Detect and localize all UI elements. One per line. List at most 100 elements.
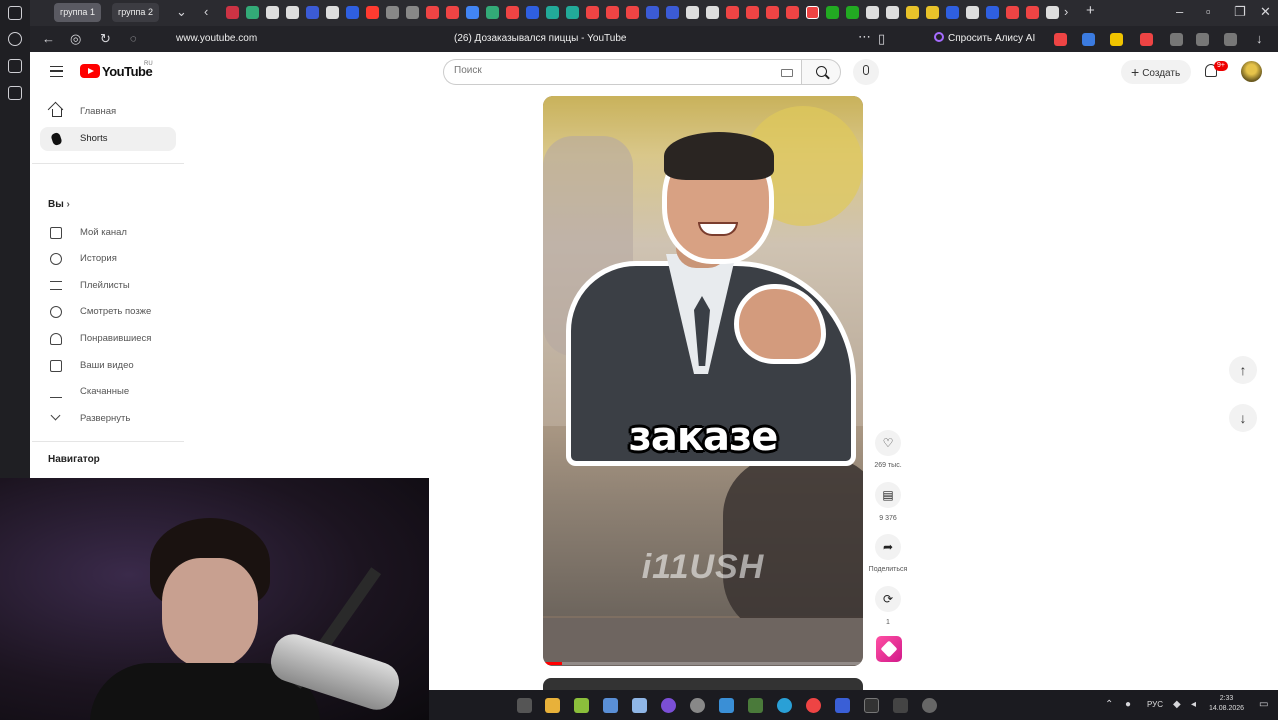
favicon-tab[interactable] bbox=[526, 6, 539, 19]
more-icon[interactable]: ⋯ bbox=[858, 29, 871, 45]
youtube-logo-icon[interactable] bbox=[80, 64, 100, 78]
favicon-tab[interactable] bbox=[446, 6, 459, 19]
search-input[interactable] bbox=[454, 65, 754, 76]
close-icon[interactable]: ✕ bbox=[1260, 4, 1271, 20]
favicon-tab[interactable] bbox=[626, 6, 639, 19]
favicon-tab[interactable] bbox=[306, 6, 319, 19]
app-icon[interactable] bbox=[690, 698, 705, 713]
network-icon[interactable]: ◆ bbox=[1173, 697, 1181, 713]
chevron-down-icon[interactable]: ⌄ bbox=[176, 4, 187, 20]
file-explorer-icon[interactable] bbox=[545, 698, 560, 713]
favicon-tab[interactable] bbox=[566, 6, 579, 19]
app-icon[interactable] bbox=[893, 698, 908, 713]
favicon-tab[interactable] bbox=[426, 6, 439, 19]
favicon-tab[interactable] bbox=[1026, 6, 1039, 19]
tab-group-1[interactable]: группа 1 bbox=[54, 3, 101, 22]
favicon-tab[interactable] bbox=[826, 6, 839, 19]
sidebar-item-playlists[interactable]: Плейлисты bbox=[40, 274, 176, 298]
sidebar-item-history[interactable]: История bbox=[40, 247, 176, 271]
tab-group-2[interactable]: группа 2 bbox=[112, 3, 159, 22]
tabs-scroll-left-icon[interactable]: ‹ bbox=[204, 4, 208, 20]
extension-icon[interactable] bbox=[1140, 33, 1153, 46]
telegram-icon[interactable] bbox=[777, 698, 792, 713]
restore-icon[interactable]: ▫ bbox=[1206, 4, 1211, 20]
comments-button[interactable]: ▤ bbox=[875, 482, 901, 508]
favicon-tab[interactable] bbox=[946, 6, 959, 19]
favicon-tab[interactable] bbox=[546, 6, 559, 19]
favicon-tab[interactable] bbox=[246, 6, 259, 19]
bookmark-icon[interactable]: ▯ bbox=[878, 31, 885, 47]
favicon-tab[interactable] bbox=[406, 6, 419, 19]
extension-icon[interactable] bbox=[1082, 33, 1095, 46]
yandex-protect-icon[interactable]: ◎ bbox=[70, 31, 81, 47]
favicon-tab[interactable] bbox=[466, 6, 479, 19]
favicon-tab[interactable] bbox=[326, 6, 339, 19]
favicon-tab[interactable] bbox=[766, 6, 779, 19]
task-view-icon[interactable] bbox=[517, 698, 532, 713]
create-button[interactable]: + Создать bbox=[1121, 60, 1191, 84]
favicon-tab[interactable] bbox=[726, 6, 739, 19]
next-short-button[interactable]: ↓ bbox=[1229, 404, 1257, 432]
new-tab-icon[interactable]: + bbox=[1086, 3, 1095, 19]
share-button[interactable]: ➦ bbox=[875, 534, 901, 560]
favicon-tab[interactable] bbox=[886, 6, 899, 19]
favicon-tab[interactable] bbox=[686, 6, 699, 19]
menu-icon[interactable] bbox=[50, 66, 63, 77]
favicon-tab[interactable] bbox=[1006, 6, 1019, 19]
language-indicator[interactable]: РУС bbox=[1147, 700, 1163, 709]
sidebar-item-shorts[interactable]: Shorts bbox=[40, 127, 176, 151]
favicon-tab[interactable] bbox=[286, 6, 299, 19]
favicon-tab[interactable] bbox=[386, 6, 399, 19]
sound-thumbnail[interactable] bbox=[876, 636, 902, 662]
back-icon[interactable]: ← bbox=[42, 31, 55, 47]
settings-icon[interactable] bbox=[922, 698, 937, 713]
sidebar-item-home[interactable]: Главная bbox=[40, 100, 176, 124]
favicon-tab[interactable] bbox=[706, 6, 719, 19]
app-icon[interactable] bbox=[864, 698, 879, 713]
favicon-tab[interactable] bbox=[226, 6, 239, 19]
browser-menu-icon[interactable] bbox=[8, 6, 22, 20]
sidebar-item-my-channel[interactable]: Мой канал bbox=[40, 221, 176, 245]
restore-icon[interactable]: ❐ bbox=[1234, 4, 1246, 20]
voice-search-button[interactable] bbox=[853, 59, 879, 85]
favicon-tab[interactable] bbox=[926, 6, 939, 19]
app-icon[interactable] bbox=[835, 698, 850, 713]
sidebar-item-downloads[interactable]: Скачанные bbox=[40, 380, 176, 404]
video-progress-bar[interactable] bbox=[543, 662, 863, 665]
reload-icon[interactable]: ↻ bbox=[100, 31, 111, 47]
app-icon[interactable] bbox=[574, 698, 589, 713]
sidebar-item-liked[interactable]: Понравившиеся bbox=[40, 327, 176, 351]
favicon-tab[interactable] bbox=[266, 6, 279, 19]
previous-short-button[interactable]: ↑ bbox=[1229, 356, 1257, 384]
favicon-tab[interactable] bbox=[486, 6, 499, 19]
tray-mic-icon[interactable]: ● bbox=[1125, 697, 1131, 713]
app-icon[interactable] bbox=[603, 698, 618, 713]
ask-alice-button[interactable]: Спросить Алису AI bbox=[934, 31, 1035, 47]
download-icon[interactable]: ↓ bbox=[1256, 31, 1263, 47]
favicon-tab[interactable] bbox=[606, 6, 619, 19]
extensions-icon[interactable] bbox=[1170, 33, 1183, 46]
remix-button[interactable]: ⟳ bbox=[875, 586, 901, 612]
notification-center-icon[interactable]: ▭ bbox=[1259, 697, 1268, 713]
search-button[interactable] bbox=[801, 59, 841, 85]
favicon-tab[interactable] bbox=[1046, 6, 1059, 19]
clock[interactable]: 2:33 14.08.2026 bbox=[1209, 694, 1244, 714]
app-icon[interactable] bbox=[661, 698, 676, 713]
history-icon[interactable] bbox=[8, 32, 22, 46]
sidebar-panel-icon[interactable] bbox=[8, 59, 22, 73]
app-icon[interactable] bbox=[719, 698, 734, 713]
media-icon[interactable] bbox=[8, 86, 22, 100]
like-button[interactable]: ♡ bbox=[875, 430, 901, 456]
favicon-tab[interactable] bbox=[966, 6, 979, 19]
browser-taskbar-icon[interactable] bbox=[806, 698, 821, 713]
extension-icon[interactable] bbox=[1054, 33, 1067, 46]
tray-chevron-icon[interactable]: ⌃ bbox=[1105, 697, 1113, 713]
favicon-tab[interactable] bbox=[346, 6, 359, 19]
tabs-scroll-right-icon[interactable]: › bbox=[1064, 4, 1068, 20]
volume-icon[interactable]: ◂ bbox=[1191, 697, 1196, 713]
sidebar-item-watch-later[interactable]: Смотреть позже bbox=[40, 300, 176, 324]
favicon-tab-active[interactable] bbox=[806, 6, 819, 19]
favicon-tab[interactable] bbox=[586, 6, 599, 19]
favicon-tab[interactable] bbox=[646, 6, 659, 19]
favicon-tab[interactable] bbox=[786, 6, 799, 19]
